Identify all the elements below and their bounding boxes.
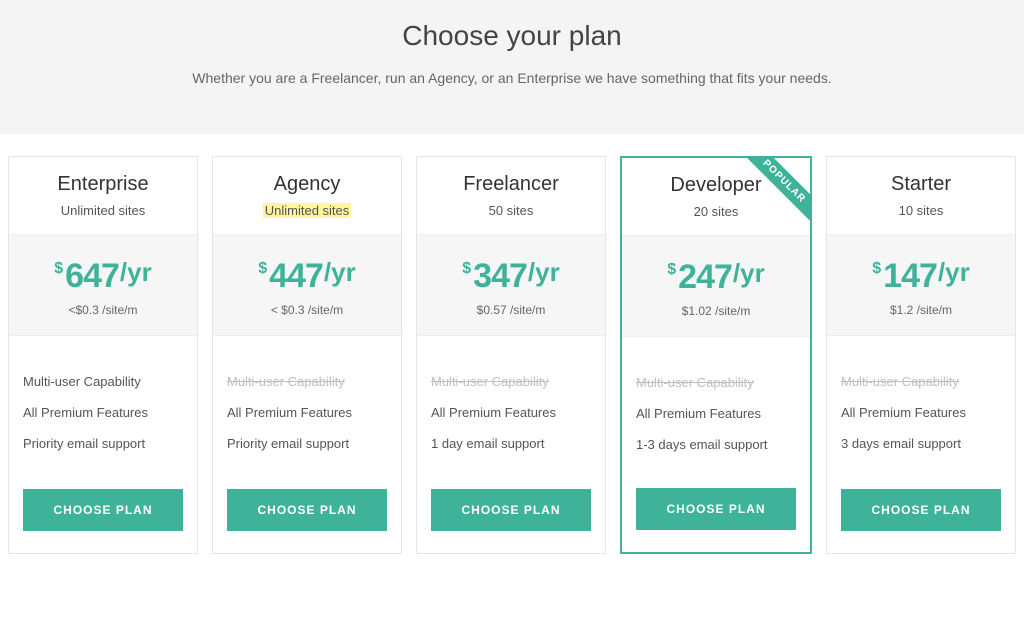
currency-symbol: $ xyxy=(872,261,881,277)
plan-name: Enterprise xyxy=(19,173,187,196)
choose-plan-button[interactable]: CHOOSE PLAN xyxy=(841,489,1001,531)
feature-item: 1-3 days email support xyxy=(636,429,796,460)
feature-item: All Premium Features xyxy=(636,398,796,429)
choose-plan-button[interactable]: CHOOSE PLAN xyxy=(431,489,591,531)
price-amount: 247 xyxy=(678,260,732,294)
price-amount: 147 xyxy=(883,259,937,293)
feature-item: Multi-user Capability xyxy=(227,366,387,397)
price-line: $347/yr xyxy=(425,259,597,293)
plan-card: Starter 10 sites $147/yr $1.2 /site/m Multi-… xyxy=(826,156,1016,554)
feature-item: Multi-user Capability xyxy=(431,366,591,397)
price-subtext: < $0.3 /site/m xyxy=(221,303,393,317)
page-title: Choose your plan xyxy=(20,20,1004,52)
plan-card: Agency Unlimited sites $447/yr < $0.3 /site… xyxy=(212,156,402,554)
price-block: $147/yr $1.2 /site/m xyxy=(827,234,1015,336)
choose-plan-button[interactable]: CHOOSE PLAN xyxy=(227,489,387,531)
plan-sites: Unlimited sites xyxy=(61,203,146,218)
feature-item: All Premium Features xyxy=(431,397,591,428)
price-subtext: $1.02 /site/m xyxy=(630,304,802,318)
feature-list: Multi-user CapabilityAll Premium Feature… xyxy=(827,336,1015,471)
plan-head: Freelancer 50 sites xyxy=(417,157,605,234)
plan-card: Enterprise Unlimited sites $647/yr <$0.3 /s… xyxy=(8,156,198,554)
plan-sites: Unlimited sites xyxy=(263,203,352,218)
plan-sites: 10 sites xyxy=(899,203,944,218)
feature-item: Multi-user Capability xyxy=(841,366,1001,397)
cta-wrap: CHOOSE PLAN xyxy=(213,471,401,553)
plan-sites: 50 sites xyxy=(489,203,534,218)
choose-plan-button[interactable]: CHOOSE PLAN xyxy=(636,488,796,530)
plan-sites: 20 sites xyxy=(694,204,739,219)
feature-list: Multi-user CapabilityAll Premium Feature… xyxy=(213,336,401,471)
hero-section: Choose your plan Whether you are a Freel… xyxy=(0,0,1024,134)
price-amount: 647 xyxy=(65,259,119,293)
feature-item: Multi-user Capability xyxy=(23,366,183,397)
plan-name: Starter xyxy=(837,173,1005,196)
cta-wrap: CHOOSE PLAN xyxy=(622,470,810,552)
feature-list: Multi-user CapabilityAll Premium Feature… xyxy=(622,337,810,470)
feature-item: All Premium Features xyxy=(227,397,387,428)
price-block: $347/yr $0.57 /site/m xyxy=(417,234,605,336)
price-line: $447/yr xyxy=(221,259,393,293)
feature-item: 3 days email support xyxy=(841,428,1001,459)
feature-item: All Premium Features xyxy=(23,397,183,428)
page-subtitle: Whether you are a Freelancer, run an Age… xyxy=(20,70,1004,86)
cta-wrap: CHOOSE PLAN xyxy=(417,471,605,553)
cta-wrap: CHOOSE PLAN xyxy=(9,471,197,553)
plan-name: Agency xyxy=(223,173,391,196)
price-subtext: $1.2 /site/m xyxy=(835,303,1007,317)
plan-card: Freelancer 50 sites $347/yr $0.57 /site/m Mu… xyxy=(416,156,606,554)
currency-symbol: $ xyxy=(258,261,267,277)
feature-list: Multi-user CapabilityAll Premium Feature… xyxy=(417,336,605,471)
price-period: /yr xyxy=(120,259,152,285)
price-block: $447/yr < $0.3 /site/m xyxy=(213,234,401,336)
choose-plan-button[interactable]: CHOOSE PLAN xyxy=(23,489,183,531)
currency-symbol: $ xyxy=(667,262,676,278)
price-block: $647/yr <$0.3 /site/m xyxy=(9,234,197,336)
currency-symbol: $ xyxy=(462,261,471,277)
price-subtext: $0.57 /site/m xyxy=(425,303,597,317)
price-amount: 447 xyxy=(269,259,323,293)
price-line: $147/yr xyxy=(835,259,1007,293)
plan-head: Starter 10 sites xyxy=(827,157,1015,234)
plan-head: Agency Unlimited sites xyxy=(213,157,401,234)
cta-wrap: CHOOSE PLAN xyxy=(827,471,1015,553)
currency-symbol: $ xyxy=(54,261,63,277)
price-line: $647/yr xyxy=(17,259,189,293)
price-period: /yr xyxy=(324,259,356,285)
feature-item: 1 day email support xyxy=(431,428,591,459)
plans-row: Enterprise Unlimited sites $647/yr <$0.3 /s… xyxy=(0,134,1024,554)
price-block: $247/yr $1.02 /site/m xyxy=(622,235,810,337)
price-subtext: <$0.3 /site/m xyxy=(17,303,189,317)
plan-name: Freelancer xyxy=(427,173,595,196)
plan-head: Enterprise Unlimited sites xyxy=(9,157,197,234)
feature-item: Multi-user Capability xyxy=(636,367,796,398)
plan-card: POPULARDeveloper20 sites$247/yr$1.02 /si… xyxy=(620,156,812,554)
price-period: /yr xyxy=(733,260,765,286)
price-line: $247/yr xyxy=(630,260,802,294)
price-period: /yr xyxy=(528,259,560,285)
feature-item: Priority email support xyxy=(227,428,387,459)
price-period: /yr xyxy=(938,259,970,285)
feature-item: Priority email support xyxy=(23,428,183,459)
price-amount: 347 xyxy=(473,259,527,293)
feature-item: All Premium Features xyxy=(841,397,1001,428)
feature-list: Multi-user CapabilityAll Premium Feature… xyxy=(9,336,197,471)
